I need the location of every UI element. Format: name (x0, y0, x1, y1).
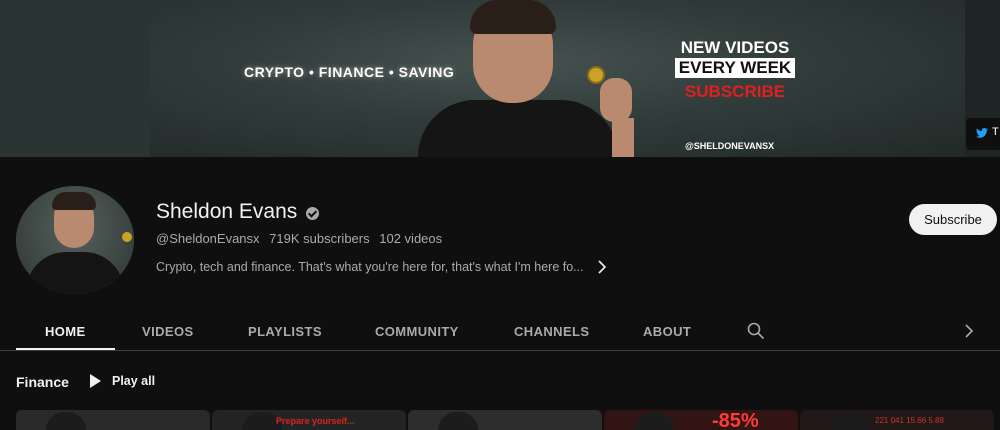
video-thumbnail[interactable] (16, 410, 210, 430)
thumbnail-text: Prepare yourself... (276, 416, 355, 426)
channel-banner: CRYPTO • FINANCE • SAVING NEW VIDEOS EVE… (0, 0, 1000, 157)
tab-home[interactable]: HOME (45, 324, 86, 339)
verified-badge-icon (306, 207, 319, 220)
thumbnail-text: 221 041 15.66 5.88 (875, 416, 944, 425)
promo-line-1: NEW VIDEOS (680, 38, 790, 57)
bitcoin-coin-icon (587, 66, 605, 84)
channel-avatar[interactable] (16, 186, 134, 294)
video-thumbnail[interactable]: -85% (604, 410, 798, 430)
tab-videos[interactable]: VIDEOS (142, 324, 194, 339)
banner-promo: NEW VIDEOS EVERY WEEK SUBSCRIBE (665, 38, 805, 104)
subscribe-button[interactable]: Subscribe (909, 204, 997, 235)
video-thumbnail[interactable]: Prepare yourself... (212, 410, 406, 430)
channel-tabs: HOME VIDEOS PLAYLISTS COMMUNITY CHANNELS… (0, 310, 1000, 351)
tab-community[interactable]: COMMUNITY (375, 324, 459, 339)
play-icon (90, 374, 101, 388)
twitter-icon (976, 128, 988, 138)
subscriber-count: 719K subscribers (269, 231, 370, 246)
channel-name: Sheldon Evans (156, 200, 298, 223)
thumbnail-text: -85% (712, 410, 759, 430)
tab-playlists[interactable]: PLAYLISTS (248, 324, 322, 339)
banner-left-area (0, 0, 150, 157)
tab-about[interactable]: ABOUT (643, 324, 691, 339)
active-tab-indicator (16, 348, 115, 350)
channel-handle: @SheldonEvansx (156, 231, 260, 246)
video-thumbnail[interactable] (408, 410, 602, 430)
banner-link-label: T (992, 126, 999, 138)
channel-meta: @SheldonEvansx 719K subscribers 102 vide… (156, 231, 448, 246)
promo-line-2: EVERY WEEK (674, 58, 796, 78)
video-thumbnail[interactable]: 221 041 15.66 5.88 (800, 410, 994, 430)
search-icon[interactable] (747, 322, 765, 340)
tab-channels[interactable]: CHANNELS (514, 324, 589, 339)
chevron-right-icon[interactable] (963, 323, 975, 339)
video-count: 102 videos (379, 231, 443, 246)
channel-description[interactable]: Crypto, tech and finance. That's what yo… (156, 260, 584, 274)
promo-line-3: SUBSCRIBE (684, 82, 786, 101)
banner-hand-image (590, 48, 640, 157)
banner-handle: @SHELDONEVANSX (685, 141, 775, 151)
banner-link-twitter[interactable]: T (966, 118, 1000, 150)
play-all-label: Play all (112, 374, 156, 388)
chevron-right-icon[interactable] (597, 260, 607, 274)
section-title: Finance (16, 374, 69, 390)
